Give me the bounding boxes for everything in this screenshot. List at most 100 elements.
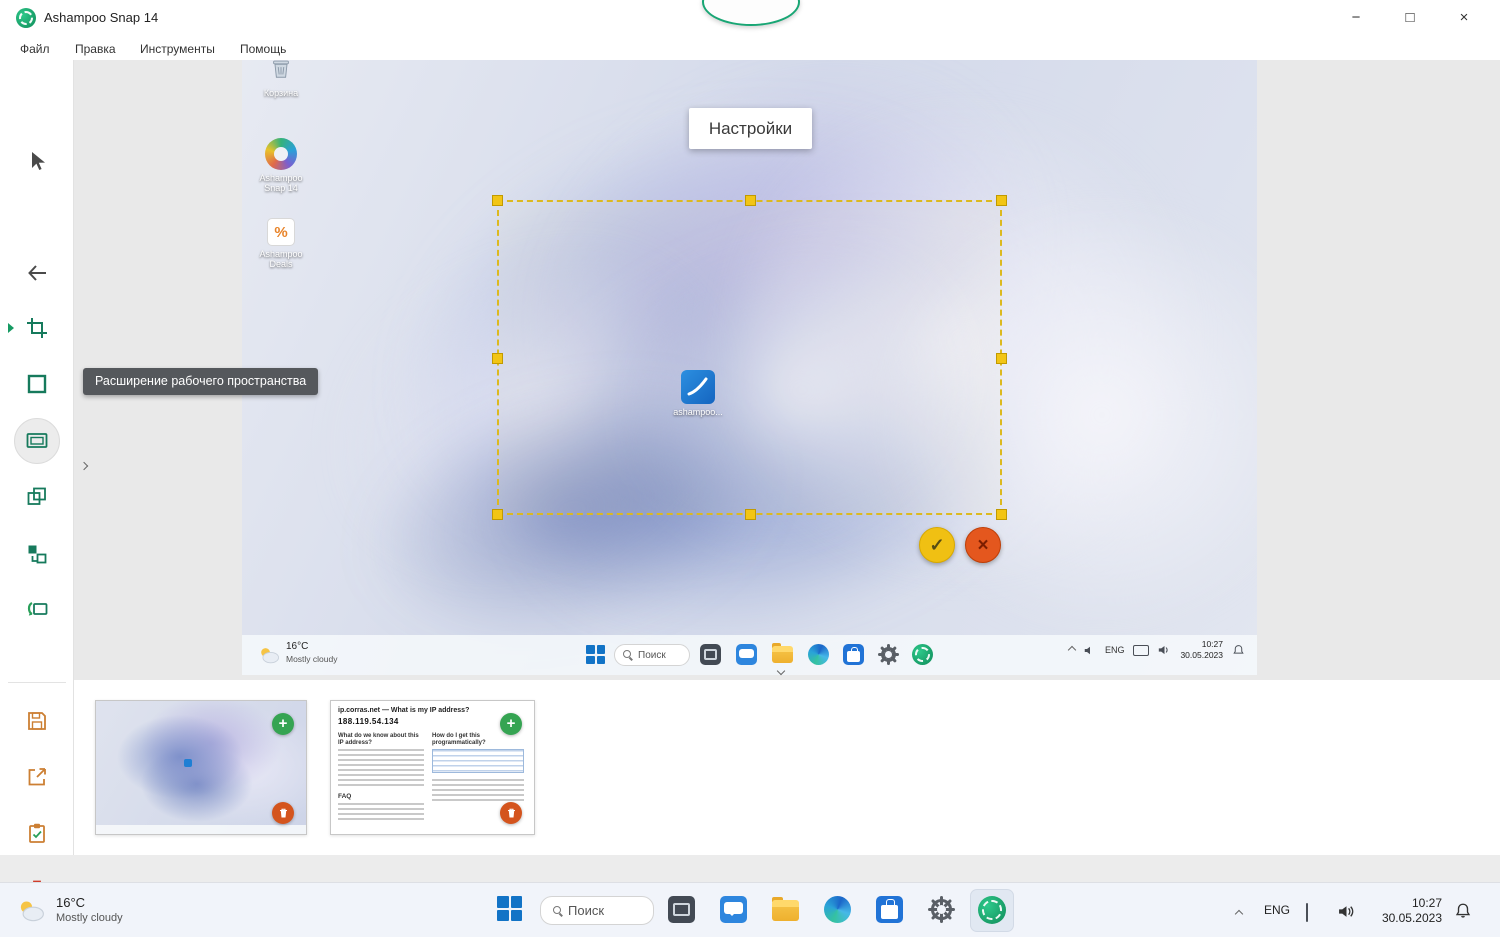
sidebar-toolbar	[0, 60, 74, 899]
selection-handle[interactable]	[492, 352, 503, 364]
capture-window-tool-icon[interactable]	[26, 373, 48, 395]
desktop-icon-ashampoo-file: ashampoo...	[650, 370, 746, 417]
captured-search-label: Поиск	[638, 649, 666, 661]
search-label: Поиск	[568, 903, 605, 918]
captured-start-icon	[586, 645, 605, 664]
thumbnail-delete-button[interactable]	[272, 802, 294, 824]
save-button-icon[interactable]	[26, 710, 48, 732]
taskbar-settings-icon[interactable]	[928, 896, 955, 923]
start-button[interactable]	[497, 896, 522, 921]
thumb-right-heading: How do I get this programmatically?	[432, 733, 486, 747]
capture-video-tool-icon[interactable]	[26, 599, 48, 621]
weather-temp[interactable]: 16°C	[56, 895, 85, 910]
captured-store-icon	[843, 644, 864, 665]
export-button-icon[interactable]	[26, 766, 48, 788]
weather-icon[interactable]	[14, 897, 48, 924]
selection-handle[interactable]	[744, 509, 756, 520]
desktop-icon-snap: Ashampoo Snap 14	[248, 138, 314, 194]
tray-chevron-icon	[1067, 645, 1077, 655]
sidebar-divider	[8, 682, 66, 683]
menu-tools[interactable]: Инструменты	[136, 40, 219, 58]
selection-handle[interactable]	[996, 352, 1007, 364]
thumb-file-icon	[184, 759, 192, 767]
menu-edit[interactable]: Правка	[71, 40, 120, 58]
pointer-tool-icon[interactable]	[26, 150, 48, 172]
captured-settings-icon	[878, 644, 899, 665]
captures-strip: + ip.corras.net — What is my IP address?…	[74, 680, 1500, 855]
deals-icon: %	[267, 218, 295, 246]
desktop-icon-label: Ashampoo Deals	[259, 249, 303, 270]
thumb-table	[432, 749, 524, 773]
language-indicator[interactable]: ENG	[1264, 903, 1290, 917]
speaker-icon	[1084, 645, 1096, 656]
tray-expand-button[interactable]	[1234, 904, 1244, 922]
notification-bell-icon[interactable]	[1454, 902, 1472, 920]
tray-display-icon[interactable]	[1306, 903, 1308, 922]
thumb-text-lines	[338, 749, 424, 787]
taskbar-store-icon[interactable]	[876, 896, 903, 923]
speaker-icon	[1158, 644, 1171, 656]
menu-help[interactable]: Помощь	[236, 40, 290, 58]
minimize-button[interactable]: −	[1336, 4, 1376, 32]
preview-collapse-button[interactable]	[768, 660, 794, 682]
search-icon	[553, 905, 563, 916]
capture-desktop-tool-icon[interactable]	[26, 430, 48, 452]
thumbnail-add-button[interactable]: +	[272, 713, 294, 735]
chevron-up-icon	[1234, 909, 1244, 919]
taskbar-edge-icon[interactable]	[824, 896, 851, 923]
snap-aperture-icon	[265, 138, 297, 170]
weather-condition[interactable]: Mostly cloudy	[56, 912, 123, 924]
thumbnail-desktop-capture[interactable]: +	[95, 700, 307, 835]
app-window: Ashampoo Snap 14 − □ × Файл Правка Инстр…	[0, 0, 1500, 937]
thumbnail-delete-button[interactable]	[500, 802, 522, 824]
cancel-capture-button[interactable]: ×	[965, 527, 1001, 563]
notification-icon	[1232, 644, 1245, 657]
search-input[interactable]: Поиск	[540, 896, 654, 925]
captured-edge-icon	[808, 644, 829, 665]
selection-handle[interactable]	[492, 195, 503, 206]
thumbnail-webpage-capture[interactable]: ip.corras.net — What is my IP address? 1…	[330, 700, 535, 835]
clock[interactable]: 10:27 30.05.2023	[1352, 896, 1442, 926]
menu-file[interactable]: Файл	[16, 40, 54, 58]
app-logo-icon	[16, 8, 36, 28]
captured-time: 10:27	[1201, 639, 1223, 649]
selection-handle[interactable]	[744, 195, 756, 206]
installer-file-icon	[681, 370, 715, 404]
capture-fixed-tool-icon[interactable]	[26, 543, 48, 565]
thumb-text-lines	[432, 779, 524, 801]
selection-handle[interactable]	[492, 509, 503, 520]
captured-chat-icon	[736, 644, 757, 665]
capture-selection[interactable]	[492, 195, 1007, 520]
os-taskbar: 16°C Mostly cloudy Поиск ENG 10:27 30.05…	[0, 882, 1500, 937]
back-arrow-icon[interactable]	[26, 262, 48, 284]
captured-weather-condition: Mostly cloudy	[286, 654, 338, 664]
taskbar-snap-icon[interactable]	[978, 896, 1006, 924]
capture-multiple-tool-icon[interactable]	[26, 486, 48, 508]
selection-handle[interactable]	[996, 195, 1007, 206]
taskbar-app-dark-icon[interactable]	[668, 896, 695, 923]
captured-app-icon-dark	[700, 644, 721, 665]
trash-icon	[279, 808, 287, 818]
thumb-text-lines	[338, 803, 424, 821]
bottom-strip	[0, 855, 1500, 882]
desktop-icon-deals: % Ashampoo Deals	[248, 218, 314, 270]
captured-tray: ENG 10:27 30.05.2023	[1067, 639, 1245, 661]
settings-button[interactable]: Настройки	[689, 108, 812, 149]
taskbar-explorer-icon[interactable]	[772, 897, 799, 921]
maximize-button[interactable]: □	[1390, 4, 1430, 32]
sidebar-expand-button[interactable]	[74, 452, 94, 480]
thumbnail-add-button[interactable]: +	[500, 713, 522, 735]
close-button[interactable]: ×	[1444, 4, 1484, 32]
selection-handle[interactable]	[996, 509, 1007, 520]
clock-time: 10:27	[1411, 896, 1442, 910]
chevron-down-icon	[776, 666, 786, 676]
taskbar-chat-icon[interactable]	[720, 896, 747, 923]
desktop-icon-recycle-bin: Корзина	[248, 60, 314, 98]
display-icon	[1133, 644, 1150, 656]
clipboard-button-icon[interactable]	[26, 822, 48, 844]
capture-region-tool-icon[interactable]	[26, 317, 48, 339]
thumb-page-title: ip.corras.net — What is my IP address?	[338, 707, 470, 714]
confirm-capture-button[interactable]: ✓	[919, 527, 955, 563]
captured-snap-icon	[912, 644, 933, 665]
desktop-icon-label: Корзина	[263, 88, 299, 98]
